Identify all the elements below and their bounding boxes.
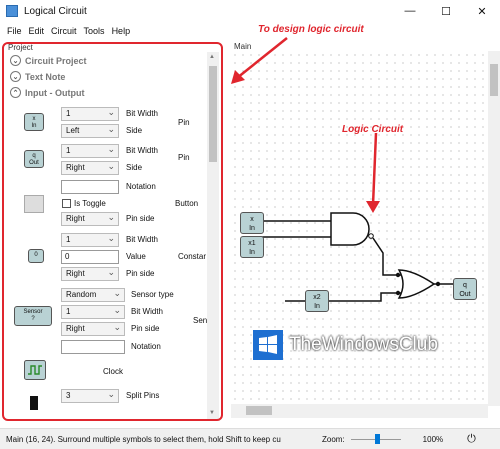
canvas-hscrollbar-thumb[interactable]	[246, 406, 272, 415]
canvas-vscrollbar-thumb[interactable]	[490, 64, 498, 96]
circuit-annotation: Logic Circuit	[342, 124, 404, 135]
status-bar: Main (16, 24). Surround multiple symbols…	[0, 428, 500, 449]
menu-help[interactable]: Help	[112, 26, 131, 36]
input-pin-x[interactable]: x In	[240, 212, 264, 234]
maximize-button[interactable]: ☐	[428, 0, 464, 22]
zoom-label: Zoom:	[322, 434, 345, 444]
close-button[interactable]: ✕	[464, 0, 500, 22]
power-icon[interactable]: ⏻	[467, 433, 476, 446]
canvas-vscrollbar[interactable]	[488, 51, 500, 406]
watermark: TheWindowsClub	[253, 330, 438, 360]
menu-file[interactable]: File	[7, 26, 22, 36]
menu-circuit[interactable]: Circuit	[51, 26, 77, 36]
window-title: Logical Circuit	[24, 5, 87, 17]
zoom-slider[interactable]	[350, 434, 401, 444]
input-pin-x2[interactable]: x2 In	[305, 290, 329, 312]
annotation-box	[2, 42, 223, 421]
title-bar: Logical Circuit — ☐ ✕	[0, 0, 500, 22]
watermark-text: TheWindowsClub	[289, 334, 438, 355]
menu-tools[interactable]: Tools	[84, 26, 105, 36]
annotation-arrow-icon	[231, 37, 288, 84]
status-text: Main (16, 24). Surround multiple symbols…	[6, 434, 281, 444]
zoom-value: 100%	[422, 434, 444, 444]
menu-edit[interactable]: Edit	[29, 26, 45, 36]
input-pin-x1[interactable]: x1 In	[240, 236, 264, 258]
output-pin-q[interactable]: q Out	[453, 278, 477, 300]
minimize-button[interactable]: —	[392, 0, 428, 22]
app-icon	[6, 5, 18, 17]
windows-logo-icon	[253, 330, 283, 360]
